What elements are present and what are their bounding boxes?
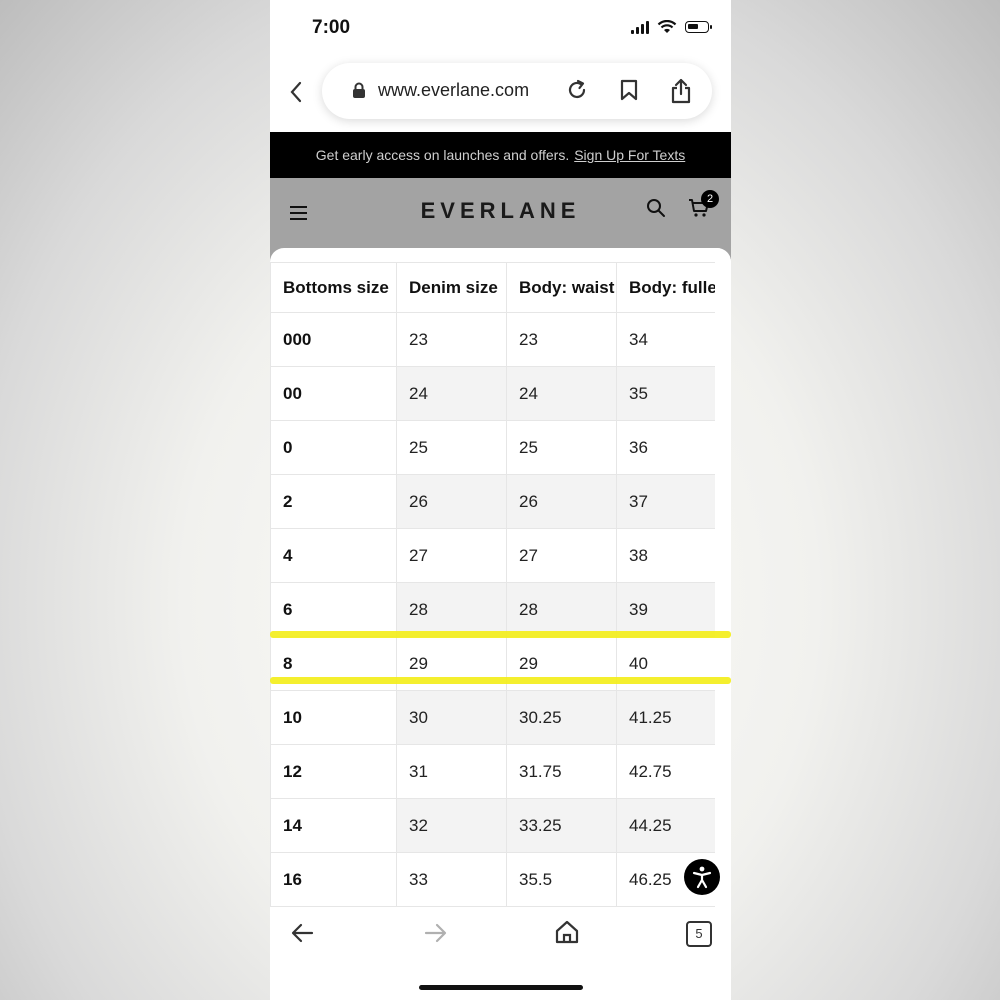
chevron-left-icon xyxy=(290,81,302,103)
wifi-icon xyxy=(657,20,677,33)
cart-count-badge: 2 xyxy=(701,190,719,208)
table-row: 0 25 25 36 xyxy=(270,420,731,475)
table-row: 14 32 33.25 44.25 xyxy=(270,798,731,853)
waist-cell: 27 xyxy=(506,528,617,583)
waist-cell: 30.25 xyxy=(506,690,617,745)
table-row: 2 26 26 37 xyxy=(270,474,731,529)
column-header: Denim size xyxy=(396,262,507,313)
browser-back-button[interactable] xyxy=(284,78,308,106)
fullest-cell: 36 xyxy=(616,420,731,475)
share-button[interactable] xyxy=(670,78,692,109)
size-chart-sheet: Bottoms size Denim size Body: waist Body… xyxy=(270,248,731,908)
column-header: Body: waist xyxy=(506,262,617,313)
signal-icon xyxy=(631,20,649,34)
fullest-cell: 35 xyxy=(616,366,731,421)
denim-size-cell: 32 xyxy=(396,798,507,853)
url-text: www.everlane.com xyxy=(378,80,530,100)
status-icons xyxy=(631,20,712,34)
accessibility-button[interactable] xyxy=(684,859,720,895)
fullest-cell: 42.75 xyxy=(616,744,731,799)
share-icon xyxy=(671,78,691,104)
fullest-cell: 37 xyxy=(616,474,731,529)
bookmark-button[interactable] xyxy=(620,79,638,106)
nav-back-button[interactable] xyxy=(290,920,316,951)
highlight-mark-bottom xyxy=(270,677,731,684)
bookmark-icon xyxy=(620,79,638,101)
fullest-cell: 44.25 xyxy=(616,798,731,853)
fullest-cell: 34 xyxy=(616,312,731,367)
waist-cell: 23 xyxy=(506,312,617,367)
home-icon xyxy=(555,920,579,944)
search-icon xyxy=(647,199,665,217)
denim-size-cell: 28 xyxy=(396,582,507,637)
promo-text: Get early access on launches and offers. xyxy=(315,147,570,163)
column-header: Body: fulles xyxy=(616,262,731,313)
table-row: 12 31 31.75 42.75 xyxy=(270,744,731,799)
bottoms-size-cell: 16 xyxy=(270,852,397,907)
table-row: 00 24 24 35 xyxy=(270,366,731,421)
bottoms-size-cell: 14 xyxy=(270,798,397,853)
table-row: 16 33 35.5 46.25 xyxy=(270,852,731,907)
reload-icon xyxy=(568,79,586,99)
waist-cell: 35.5 xyxy=(506,852,617,907)
denim-size-cell: 25 xyxy=(396,420,507,475)
table-row: 000 23 23 34 xyxy=(270,312,731,367)
waist-cell: 33.25 xyxy=(506,798,617,853)
nav-home-button[interactable] xyxy=(554,919,580,950)
table-row: 6 28 28 39 xyxy=(270,582,731,637)
bottoms-size-cell: 4 xyxy=(270,528,397,583)
table-header-row: Bottoms size Denim size Body: waist Body… xyxy=(270,262,731,313)
tabs-button[interactable]: 5 xyxy=(686,921,712,947)
denim-size-cell: 26 xyxy=(396,474,507,529)
waist-cell: 24 xyxy=(506,366,617,421)
sign-up-link[interactable]: Sign Up For Texts xyxy=(574,147,685,163)
fullest-cell: 41.25 xyxy=(616,690,731,745)
address-bar[interactable]: www.everlane.com xyxy=(322,63,712,119)
table-row: 4 27 27 38 xyxy=(270,528,731,583)
bottoms-size-cell: 6 xyxy=(270,582,397,637)
bottoms-size-cell: 10 xyxy=(270,690,397,745)
denim-size-cell: 31 xyxy=(396,744,507,799)
column-header: Bottoms size xyxy=(270,262,397,313)
denim-size-cell: 24 xyxy=(396,366,507,421)
size-table: Bottoms size Denim size Body: waist Body… xyxy=(270,262,731,907)
bottoms-size-cell: 12 xyxy=(270,744,397,799)
nav-forward-button[interactable] xyxy=(422,920,448,951)
arrow-left-icon xyxy=(291,923,314,943)
lock-icon xyxy=(353,82,365,98)
denim-size-cell: 27 xyxy=(396,528,507,583)
bottoms-size-cell: 2 xyxy=(270,474,397,529)
bottoms-size-cell: 000 xyxy=(270,312,397,367)
denim-size-cell: 33 xyxy=(396,852,507,907)
browser-toolbar: 5 xyxy=(270,908,731,1000)
status-time: 7:00 xyxy=(312,17,351,38)
waist-cell: 31.75 xyxy=(506,744,617,799)
search-button[interactable] xyxy=(646,198,666,223)
reload-button[interactable] xyxy=(566,79,588,106)
fullest-cell: 38 xyxy=(616,528,731,583)
denim-size-cell: 30 xyxy=(396,690,507,745)
bottoms-size-cell: 0 xyxy=(270,420,397,475)
waist-cell: 28 xyxy=(506,582,617,637)
fullest-cell: 39 xyxy=(616,582,731,637)
home-indicator xyxy=(419,985,583,990)
table-row: 10 30 30.25 41.25 xyxy=(270,690,731,745)
waist-cell: 25 xyxy=(506,420,617,475)
denim-size-cell: 23 xyxy=(396,312,507,367)
accessibility-icon xyxy=(692,866,712,889)
waist-cell: 26 xyxy=(506,474,617,529)
highlight-mark-top xyxy=(270,631,731,638)
phone-screen: 7:00 www.everlane.com Get early access o… xyxy=(270,0,731,1000)
promo-banner: Get early access on launches and offers.… xyxy=(270,132,731,178)
bottoms-size-cell: 00 xyxy=(270,366,397,421)
table-scroll-edge xyxy=(715,248,731,908)
battery-icon xyxy=(685,21,712,33)
arrow-right-icon xyxy=(424,923,447,943)
